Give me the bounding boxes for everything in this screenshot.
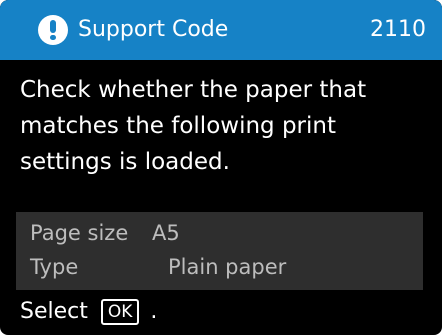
exclamation-circle-icon xyxy=(38,15,68,45)
error-message: Check whether the paper that matches the… xyxy=(20,77,367,175)
support-code-header: Support Code 2110 xyxy=(0,0,442,60)
printer-lcd-screen: Support Code 2110 Check whether the pape… xyxy=(0,0,442,335)
setting-value: A5 xyxy=(152,221,180,245)
setting-value: Plain paper xyxy=(168,255,287,279)
footer-instruction: Select OK . xyxy=(20,294,157,330)
setting-label: Page size xyxy=(30,221,129,245)
ok-button[interactable]: OK xyxy=(100,299,140,325)
header-title: Support Code xyxy=(78,17,229,42)
footer-suffix: . xyxy=(150,299,158,324)
footer-prefix: Select xyxy=(20,299,88,324)
support-code-number: 2110 xyxy=(370,17,426,42)
print-settings-panel: Page size A5 Type Plain paper xyxy=(16,212,423,290)
setting-label: Type xyxy=(30,255,79,279)
